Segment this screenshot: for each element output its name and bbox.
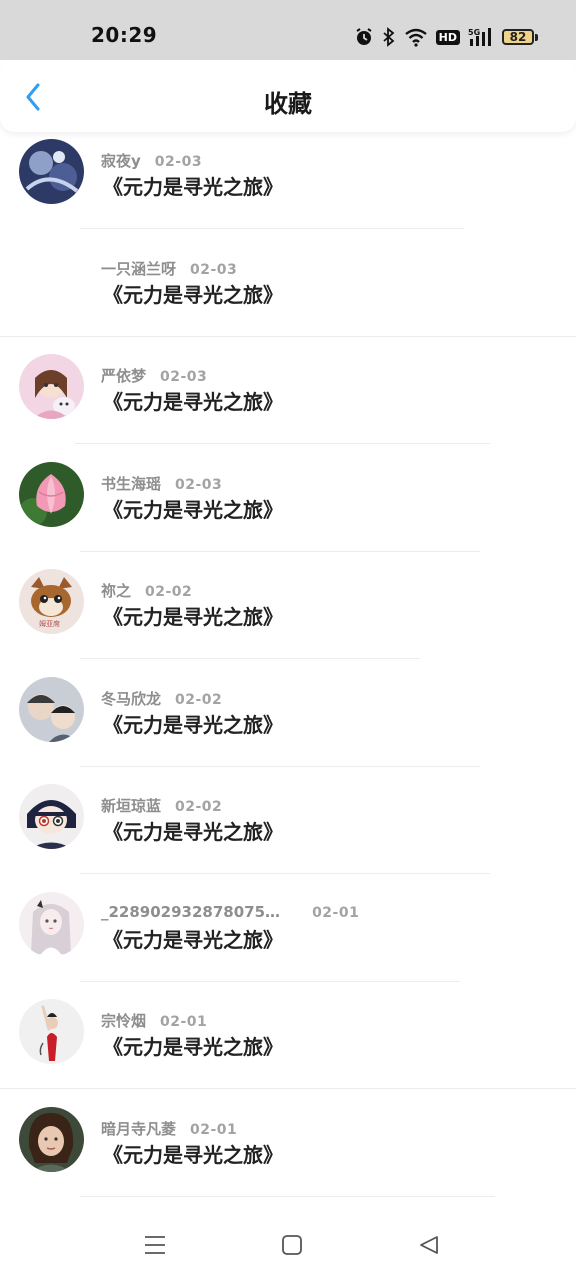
article-title[interactable]: 《元力是寻光之旅》 [103, 279, 283, 308]
menu-icon [145, 1236, 165, 1254]
article-title[interactable]: 《元力是寻光之旅》 [103, 494, 283, 523]
item-meta: 一只涵兰呀 02-03 [101, 258, 237, 279]
username[interactable]: 严依梦 [101, 367, 146, 385]
system-nav-bar [0, 1200, 576, 1280]
battery-icon: 82 [502, 29, 538, 45]
divider [80, 1195, 495, 1197]
username[interactable]: 冬马欣龙 [101, 690, 161, 708]
divider [80, 765, 480, 767]
battery-level: 82 [502, 29, 534, 45]
svg-text:姆亚席: 姆亚席 [39, 619, 60, 628]
divider [0, 335, 576, 337]
header: 收藏 [0, 60, 576, 132]
username[interactable]: _228902932878075… [101, 903, 280, 921]
article-title[interactable]: 《元力是寻光之旅》 [103, 924, 283, 953]
avatar[interactable]: 姆亚席 [19, 569, 84, 634]
bluetooth-icon [382, 27, 396, 47]
item-meta: 严依梦 02-03 [101, 365, 207, 386]
list-item[interactable]: _228902932878075… 02-01 《元力是寻光之旅》 [0, 886, 576, 994]
article-title[interactable]: 《元力是寻光之旅》 [103, 1139, 283, 1168]
divider [80, 550, 480, 552]
date: 02-03 [175, 476, 223, 493]
item-meta: 寂夜y 02-03 [101, 150, 202, 171]
menu-button[interactable] [140, 1230, 170, 1260]
list-item[interactable]: 宗怜烟 02-01 《元力是寻光之旅》 [0, 993, 576, 1101]
article-title[interactable]: 《元力是寻光之旅》 [103, 171, 283, 200]
username[interactable]: 祢之 [101, 582, 131, 600]
date: 02-01 [312, 904, 360, 921]
wifi-icon [404, 27, 428, 47]
home-icon [282, 1235, 302, 1255]
home-button[interactable] [277, 1230, 307, 1260]
list-item[interactable]: 寂夜y 02-03 《元力是寻光之旅》 [0, 133, 576, 241]
item-meta: 新垣琼蓝 02-02 [101, 795, 222, 816]
svg-text:5G: 5G [468, 28, 480, 37]
avatar[interactable] [19, 461, 84, 527]
avatar[interactable] [19, 354, 84, 419]
item-meta: 祢之 02-02 [101, 580, 192, 601]
signal-5g-icon: 5G [468, 27, 494, 47]
item-meta: 宗怜烟 02-01 [101, 1010, 207, 1031]
list-item[interactable]: 姆亚席 祢之 02-02 《元力是寻光之旅》 [0, 563, 576, 671]
article-title[interactable]: 《元力是寻光之旅》 [103, 1031, 283, 1060]
username[interactable]: 宗怜烟 [101, 1012, 146, 1030]
list-item[interactable]: 严依梦 02-03 《元力是寻光之旅》 [0, 348, 576, 456]
username[interactable]: 暗月寺凡菱 [101, 1120, 176, 1138]
date: 02-03 [154, 154, 203, 170]
item-meta: 暗月寺凡菱 02-01 [101, 1118, 237, 1139]
divider [80, 873, 490, 874]
divider [80, 658, 420, 659]
divider [80, 228, 464, 229]
list-item[interactable]: 冬马欣龙 02-02 《元力是寻光之旅》 [0, 671, 576, 779]
divider [80, 980, 460, 982]
item-meta: 书生海瑶 02-03 [101, 473, 222, 494]
avatar[interactable] [19, 999, 84, 1064]
status-icons: HD 5G 82 [354, 24, 538, 50]
avatar[interactable] [19, 891, 84, 957]
alarm-icon [354, 27, 374, 47]
divider [0, 1088, 576, 1089]
date: 02-01 [160, 1014, 208, 1030]
item-meta: _228902932878075… 02-01 [101, 903, 359, 921]
article-title[interactable]: 《元力是寻光之旅》 [103, 386, 283, 415]
favorites-list: 寂夜y 02-03 《元力是寻光之旅》 一只涵兰呀 02-03 《元力是寻光之旅》 … [0, 133, 576, 1208]
page-title: 收藏 [264, 90, 312, 118]
list-item[interactable]: 新垣琼蓝 02-02 《元力是寻光之旅》 [0, 778, 576, 886]
hd-icon: HD [435, 29, 460, 45]
list-item[interactable]: 一只涵兰呀 02-03 《元力是寻光之旅》 [0, 241, 576, 349]
username[interactable]: 一只涵兰呀 [101, 260, 176, 278]
list-item[interactable]: 书生海瑶 02-03 《元力是寻光之旅》 [0, 456, 576, 564]
article-title[interactable]: 《元力是寻光之旅》 [103, 601, 283, 630]
status-time: 20:29 [91, 23, 158, 47]
article-title[interactable]: 《元力是寻光之旅》 [103, 709, 283, 738]
date: 02-01 [190, 1121, 238, 1138]
list-item[interactable]: 暗月寺凡菱 02-01 《元力是寻光之旅》 [0, 1101, 576, 1209]
date: 02-02 [175, 691, 223, 708]
date: 02-03 [190, 261, 238, 278]
avatar[interactable] [19, 784, 84, 849]
avatar[interactable] [19, 139, 84, 204]
item-meta: 冬马欣龙 02-02 [101, 688, 222, 709]
date: 02-02 [175, 799, 223, 815]
divider [75, 443, 490, 444]
avatar[interactable] [19, 676, 84, 742]
date: 02-02 [145, 584, 193, 600]
back-triangle-icon [420, 1236, 438, 1254]
avatar[interactable] [19, 1106, 84, 1172]
status-bar: 20:29 HD 5G 82 [0, 0, 576, 60]
username[interactable]: 书生海瑶 [101, 475, 161, 493]
back-nav-button[interactable] [414, 1230, 444, 1260]
username[interactable]: 寂夜y [101, 152, 141, 170]
article-title[interactable]: 《元力是寻光之旅》 [103, 816, 283, 845]
date: 02-03 [160, 369, 208, 385]
username[interactable]: 新垣琼蓝 [101, 797, 161, 815]
